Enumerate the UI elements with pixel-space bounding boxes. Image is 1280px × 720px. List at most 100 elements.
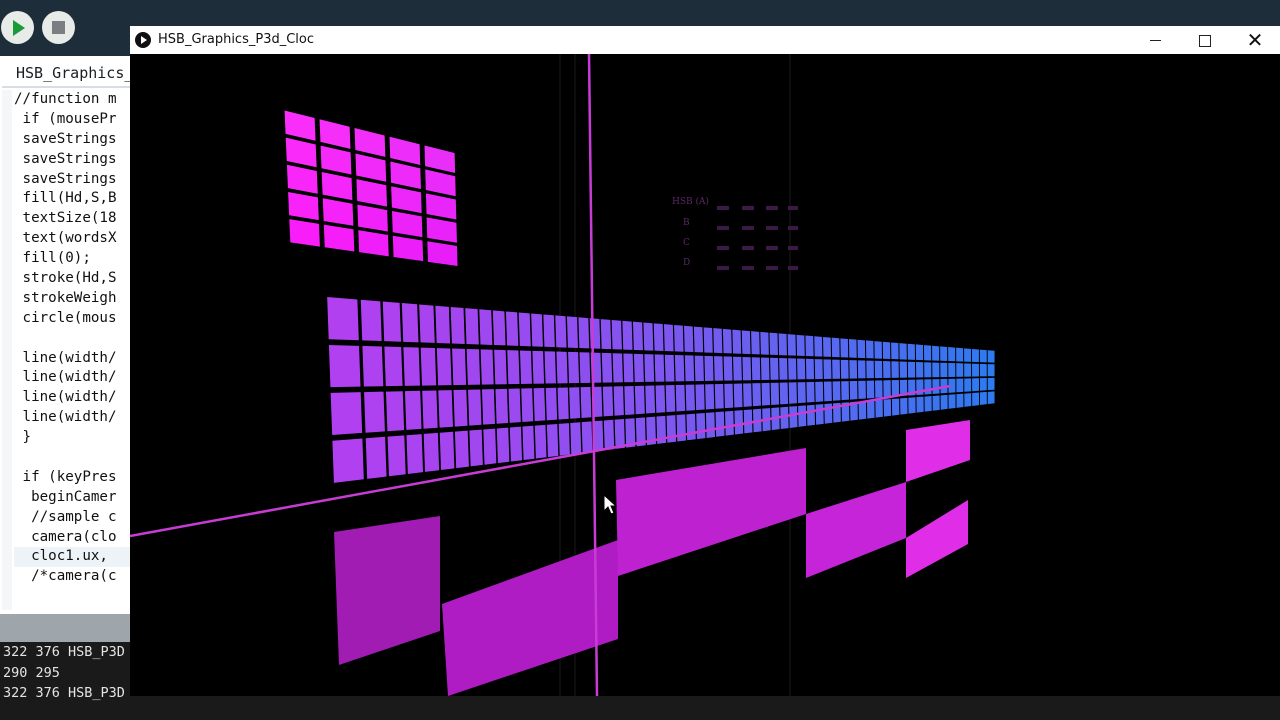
code-line[interactable]: text(wordsX bbox=[14, 229, 144, 249]
grid-cell bbox=[522, 425, 535, 461]
code-line[interactable]: } bbox=[14, 428, 144, 448]
minimize-button[interactable] bbox=[1132, 26, 1178, 54]
grid-cell bbox=[956, 363, 964, 377]
grid-cell bbox=[733, 383, 743, 408]
grid-cell bbox=[725, 410, 734, 436]
code-line[interactable]: line(width/ bbox=[14, 388, 144, 408]
grid-cell bbox=[653, 323, 664, 351]
code-line[interactable]: //function m bbox=[14, 90, 144, 110]
grid-cell bbox=[787, 334, 796, 356]
hsb-table-row-label: C bbox=[683, 238, 690, 248]
grid-cell bbox=[654, 354, 665, 382]
grid-cell bbox=[778, 333, 787, 356]
grid-cell bbox=[558, 423, 570, 456]
maximize-button[interactable] bbox=[1182, 26, 1228, 54]
code-line[interactable]: fill(Hd,S,B bbox=[14, 189, 144, 209]
grid-cell bbox=[328, 344, 361, 388]
grid-cell bbox=[940, 362, 948, 378]
grid-cell bbox=[979, 349, 987, 363]
grid-cell bbox=[831, 337, 840, 358]
run-button[interactable] bbox=[1, 11, 34, 44]
grid-cell bbox=[891, 379, 900, 397]
code-line[interactable]: stroke(Hd,S bbox=[14, 269, 144, 289]
grid-cell bbox=[385, 391, 405, 432]
grid-cell bbox=[327, 297, 359, 341]
code-line[interactable]: saveStrings bbox=[14, 130, 144, 150]
grid-cell bbox=[483, 428, 497, 465]
editor-tab[interactable]: HSB_Graphics_ bbox=[2, 58, 142, 88]
code-line[interactable]: camera(clo bbox=[14, 528, 144, 548]
grid-cell bbox=[956, 378, 964, 393]
grid-cell bbox=[518, 312, 531, 347]
grid-cell bbox=[419, 304, 435, 343]
grid-cell bbox=[569, 387, 581, 419]
grid-cell bbox=[908, 397, 916, 414]
grid-cell bbox=[665, 385, 676, 413]
grid-cell bbox=[940, 394, 948, 410]
code-line[interactable]: /*camera(c bbox=[14, 567, 144, 587]
grid-cell bbox=[732, 329, 742, 354]
grid-cell bbox=[932, 362, 940, 378]
grid-cell bbox=[557, 387, 569, 420]
grid-cell bbox=[769, 332, 778, 356]
grid-cell bbox=[556, 351, 568, 384]
grid-cell bbox=[964, 393, 972, 407]
code-text-area[interactable]: //function m if (mousePr saveStrings sav… bbox=[14, 90, 144, 602]
grid-cell bbox=[655, 385, 666, 413]
window-titlebar[interactable]: HSB_Graphics_P3d_Cloc ✕ bbox=[130, 26, 1280, 54]
close-button[interactable]: ✕ bbox=[1232, 26, 1278, 54]
stop-icon bbox=[52, 21, 65, 34]
code-line[interactable]: cloc1.ux, bbox=[14, 547, 144, 568]
grid-cell bbox=[438, 390, 453, 428]
grid-cell bbox=[857, 360, 866, 379]
code-line[interactable] bbox=[14, 329, 144, 349]
code-line[interactable]: strokeWeigh bbox=[14, 289, 144, 309]
code-line[interactable]: if (keyPres bbox=[14, 468, 144, 488]
grid-cell bbox=[883, 361, 891, 379]
sketch-canvas[interactable]: HSB (A) B C D bbox=[130, 54, 1280, 696]
code-line[interactable] bbox=[14, 448, 144, 468]
grid-cell bbox=[505, 311, 519, 346]
code-line[interactable]: line(width/ bbox=[14, 349, 144, 369]
grid-cell bbox=[741, 330, 751, 355]
code-line[interactable]: //sample c bbox=[14, 508, 144, 528]
grid-cell bbox=[674, 355, 685, 382]
code-line[interactable]: saveStrings bbox=[14, 150, 144, 170]
grid-cell bbox=[676, 414, 686, 442]
grid-cell bbox=[382, 301, 402, 342]
code-line[interactable]: saveStrings bbox=[14, 170, 144, 190]
code-line[interactable]: circle(mous bbox=[14, 309, 144, 329]
code-line[interactable]: beginCamer bbox=[14, 488, 144, 508]
grid-cell bbox=[733, 356, 742, 381]
grid-cell bbox=[814, 336, 823, 357]
grid-cell bbox=[964, 348, 972, 362]
grid-cell bbox=[948, 362, 956, 377]
grid-cell bbox=[971, 348, 979, 363]
grid-cell bbox=[714, 356, 724, 381]
grid-cell bbox=[360, 299, 382, 342]
grid-cell bbox=[580, 386, 592, 418]
grid-cell bbox=[788, 382, 797, 404]
grid-cell bbox=[752, 383, 761, 407]
grid-cell bbox=[815, 381, 824, 402]
code-line[interactable]: line(width/ bbox=[14, 368, 144, 388]
processing-app-icon bbox=[135, 32, 151, 48]
grid-cell bbox=[723, 356, 733, 381]
grid-cell bbox=[972, 363, 979, 377]
grid-cell bbox=[916, 396, 924, 413]
grid-cell bbox=[743, 383, 752, 407]
code-line[interactable]: fill(0); bbox=[14, 249, 144, 269]
code-line[interactable]: if (mousePr bbox=[14, 110, 144, 130]
code-line[interactable]: line(width/ bbox=[14, 408, 144, 428]
grid-cell bbox=[423, 432, 440, 472]
grid-cell bbox=[964, 363, 972, 377]
grid-cell bbox=[832, 381, 841, 401]
grid-cell bbox=[948, 347, 956, 362]
grid-cell bbox=[798, 405, 807, 427]
code-line[interactable]: textSize(18 bbox=[14, 209, 144, 229]
grid-cell bbox=[674, 324, 684, 352]
grid-cell bbox=[805, 335, 814, 357]
grid-cell bbox=[797, 358, 806, 380]
grid-cell bbox=[406, 434, 424, 474]
stop-button[interactable] bbox=[42, 11, 75, 44]
